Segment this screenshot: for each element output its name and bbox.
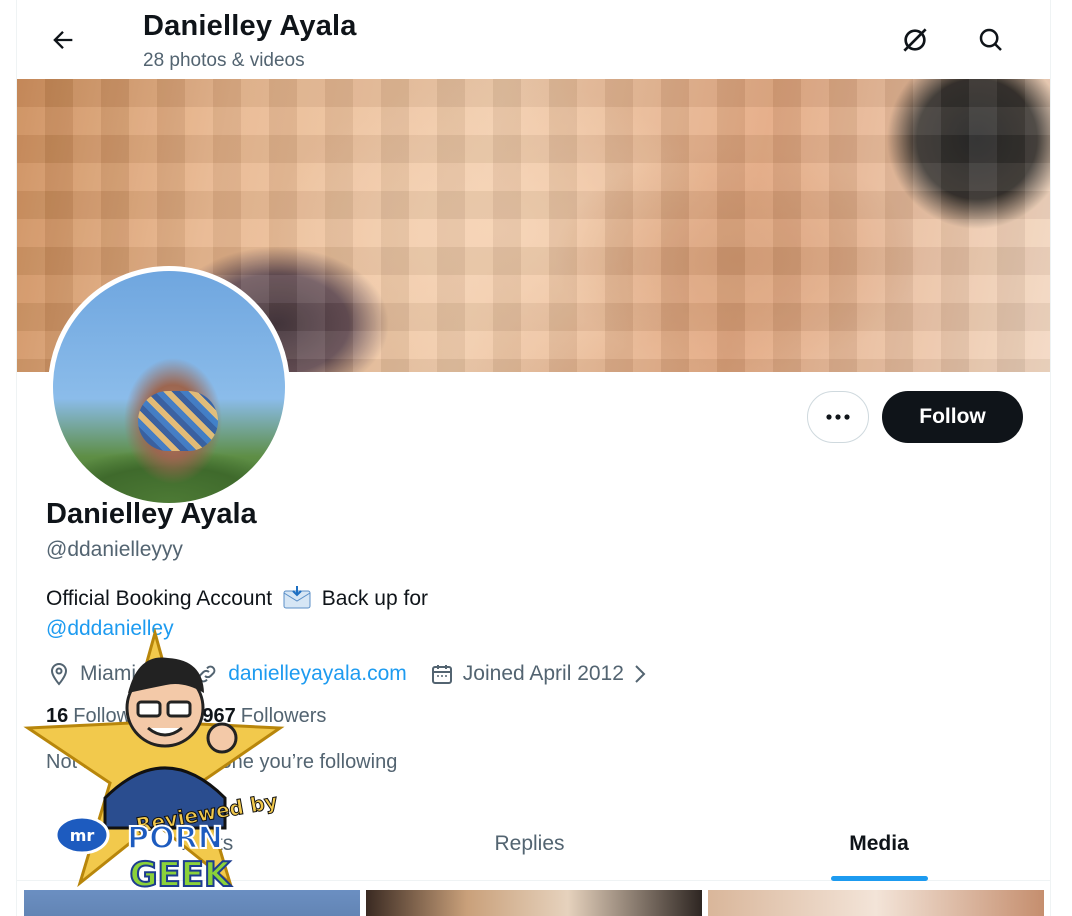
avatar-photo-detail [138, 391, 218, 451]
back-arrow-icon [53, 31, 73, 49]
media-thumbnail-3[interactable] [708, 890, 1044, 916]
search-icon [979, 28, 1002, 51]
bio-text-2: Back up for [321, 587, 428, 610]
more-horizontal-icon [826, 414, 850, 420]
tab-replies[interactable]: Replies [467, 832, 592, 856]
header-subtitle: 28 photos & videos [143, 50, 305, 71]
more-button[interactable] [807, 391, 869, 443]
badge-text-geek: GEEK [130, 855, 232, 895]
incoming-envelope-icon [283, 586, 311, 609]
joined-text: Joined April 2012 [462, 662, 624, 685]
reviewer-badge-logo: Reviewed by mr PORN GEEK [23, 628, 285, 896]
search-button[interactable] [973, 22, 1009, 58]
joined-item[interactable]: Joined April 2012 [429, 661, 650, 687]
grok-icon [903, 28, 927, 52]
top-bar: Danielley Ayala 28 photos & videos [17, 0, 1050, 78]
follow-button[interactable]: Follow [882, 391, 1023, 443]
profile-avatar[interactable] [48, 266, 290, 508]
profile-name: Danielley Ayala [46, 498, 257, 530]
back-button[interactable] [45, 22, 81, 58]
active-tab-indicator [831, 876, 928, 881]
header-title: Danielley Ayala [143, 10, 357, 42]
profile-handle: @ddanielleyyy [46, 538, 183, 561]
calendar-icon [429, 661, 455, 687]
bio-text: Official Booking Account [46, 587, 273, 610]
badge-text-mr: mr [70, 826, 95, 845]
badge-text-porn: PORN [127, 821, 223, 856]
media-thumbnail-2[interactable] [366, 890, 702, 916]
chevron-right-icon [635, 665, 646, 683]
tab-media[interactable]: Media [819, 832, 939, 856]
grok-button[interactable] [897, 22, 933, 58]
